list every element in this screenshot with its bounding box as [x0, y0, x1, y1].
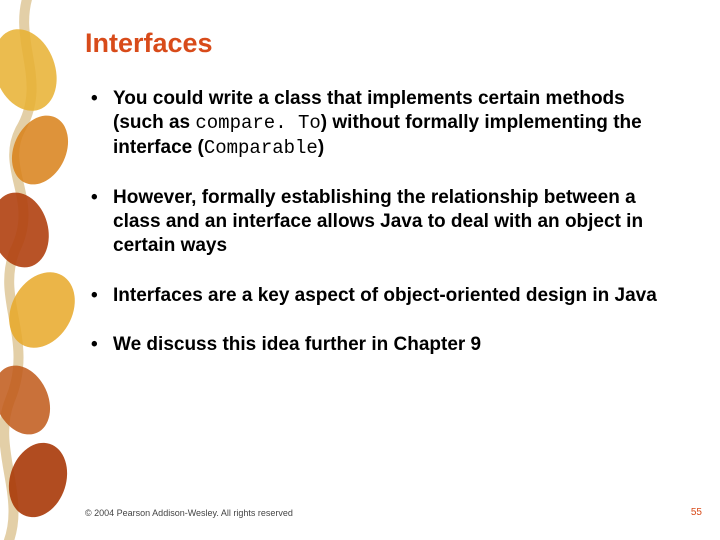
code-compareto: compare. To	[195, 112, 320, 134]
slide-content: Interfaces You could write a class that …	[85, 28, 680, 383]
slide-title: Interfaces	[85, 28, 680, 59]
code-comparable: Comparable	[204, 137, 318, 159]
page-number: 55	[691, 507, 702, 518]
bullet-list: You could write a class that implements …	[85, 87, 680, 357]
bullet-1: You could write a class that implements …	[85, 87, 680, 160]
leaf-decoration	[0, 0, 78, 540]
bullet-2: However, formally establishing the relat…	[85, 186, 680, 257]
bullet-4: We discuss this idea further in Chapter …	[85, 333, 680, 357]
bullet-1-text-post: )	[318, 137, 324, 158]
bullet-3: Interfaces are a key aspect of object-or…	[85, 284, 680, 308]
copyright-footer: © 2004 Pearson Addison-Wesley. All right…	[85, 508, 293, 518]
